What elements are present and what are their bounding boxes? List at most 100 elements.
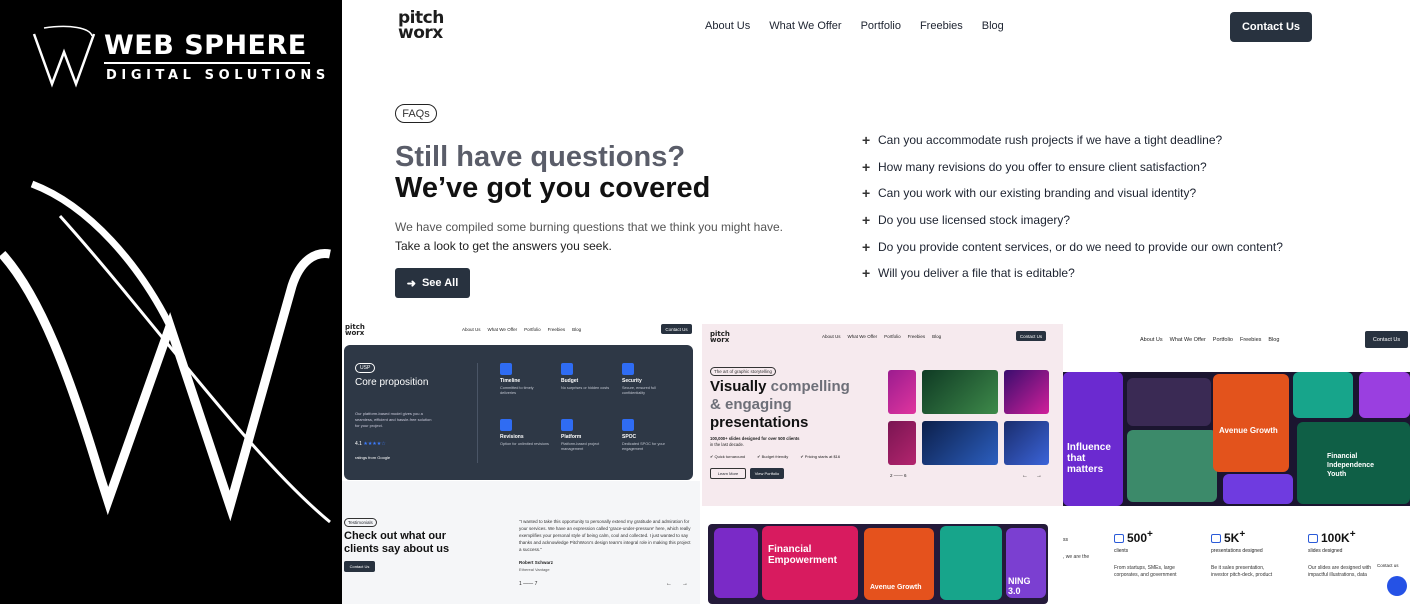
hero-pill: The art of graphic storytelling xyxy=(710,367,777,376)
faq-item[interactable]: + Do you use licensed stock imagery? xyxy=(862,207,1283,234)
faq-item[interactable]: + Can you accommodate rush projects if we… xyxy=(862,127,1283,154)
faq-item[interactable]: + How many revisions do you offer to ensu… xyxy=(862,154,1283,181)
faq-item[interactable]: + Do you provide content services, or do … xyxy=(862,233,1283,260)
portfolio-thumb xyxy=(888,370,916,414)
usp-card: USP Core proposition Our platform-based … xyxy=(344,345,693,480)
pitchworx-logo[interactable]: pitch worx xyxy=(398,10,444,42)
preview-tile-usp: pitch worx About Us What We Offer Portfolio… xyxy=(342,318,700,481)
hero-title: Visually compelling & engaging presentat… xyxy=(710,378,850,431)
web-sphere-large-logo-icon xyxy=(0,180,331,524)
feature-security: Security Secure, ensured full confidentia… xyxy=(622,363,672,396)
monitor-icon xyxy=(1211,534,1221,544)
testimonials-contact-button: Contact Us xyxy=(344,561,375,572)
mini-contact-button: Contact Us xyxy=(1016,331,1046,341)
preview-tile-collage: Financial Empowerment Avenue Growth NING… xyxy=(702,506,1063,604)
hero-arrows: ←→ xyxy=(1022,473,1050,479)
layers-icon xyxy=(1308,534,1318,544)
preview-tile-portfolio: About Us What We Offer Portfolio Freebies Bl… xyxy=(1063,324,1410,509)
arrow-left-icon: ← xyxy=(1022,473,1036,479)
usp-description: Our platform-based model gives you a sea… xyxy=(355,411,432,428)
testimonial-pagination: 1 —— 7 xyxy=(519,581,538,587)
feature-spoc: SPOC Dedicated SPOC for your engagement xyxy=(622,419,672,452)
nav-about-us[interactable]: About Us xyxy=(705,20,750,32)
collage-image: Financial Empowerment Avenue Growth NING… xyxy=(708,524,1048,604)
mini-nav: About Us What We Offer Portfolio Freebies Bl… xyxy=(1140,337,1280,343)
mini-logo: pitch worx xyxy=(710,330,730,344)
contact-us-button[interactable]: Contact Us xyxy=(1230,12,1312,42)
collage-image: Influence that matters Avenue Growth Fin… xyxy=(1063,372,1410,506)
portfolio-thumb xyxy=(1004,421,1049,465)
card-financial: Financial Independence Youth xyxy=(1297,422,1410,504)
nav-portfolio[interactable]: Portfolio xyxy=(861,20,901,32)
nav-blog[interactable]: Blog xyxy=(982,20,1004,32)
faq-pill: FAQs xyxy=(395,104,437,123)
card-avenue-growth: Avenue Growth xyxy=(864,528,934,600)
feature-platform: Platform Platform-based project managemen… xyxy=(561,419,611,452)
brand-panel: WEB SPHERE DIGITAL SOLUTIONS xyxy=(0,0,342,604)
user-icon xyxy=(1114,534,1124,544)
learn-more-button: Learn More xyxy=(710,468,746,479)
web-sphere-logo-icon xyxy=(32,25,96,88)
mini-contact-button: Contact Us xyxy=(1365,331,1408,348)
portfolio-thumb xyxy=(888,421,916,465)
refresh-icon xyxy=(500,419,512,431)
plus-icon: + xyxy=(862,265,871,282)
faq-list: + Can you accommodate rush projects if we… xyxy=(862,127,1283,287)
stat-clients: 500+ clients From startups, SMEs, large … xyxy=(1114,529,1177,578)
stat-presentations: 5K+ presentations designed Be it sales p… xyxy=(1211,529,1273,578)
card-ning: NING 3.0 xyxy=(1006,528,1046,598)
shield-icon xyxy=(622,363,634,375)
plus-icon: + xyxy=(862,185,871,202)
preview-tile-hero: pitch worx About Us What We Offer Portfolio… xyxy=(702,324,1063,506)
see-all-button[interactable]: ➜ See All xyxy=(395,268,470,298)
card-avenue-growth: Avenue Growth xyxy=(1213,374,1289,472)
feature-budget: Budget No surprises or hidden costs xyxy=(561,363,611,391)
globe-icon xyxy=(561,419,573,431)
view-portfolio-button: View Portfolio xyxy=(750,468,784,479)
nav-what-we-offer[interactable]: What We Offer xyxy=(769,20,841,32)
arrow-left-icon: ← xyxy=(666,581,682,587)
hero-subtitle: 100,000+ slides designed for over 500 cl… xyxy=(710,436,800,447)
chat-label: Contact us xyxy=(1374,562,1402,569)
nav-freebies[interactable]: Freebies xyxy=(920,20,963,32)
hero-pagination: 2 —— 6 xyxy=(890,473,907,478)
mini-nav: About Us What We Offer Portfolio Freebies Bl… xyxy=(462,327,582,332)
chat-icon[interactable] xyxy=(1387,576,1407,596)
faq-item[interactable]: + Will you deliver a file that is editabl… xyxy=(862,260,1283,287)
dollar-icon xyxy=(561,363,573,375)
testimonials-title: Check out what our clients say about us xyxy=(344,530,450,555)
arrow-right-icon: → xyxy=(682,581,698,587)
testimonials-pill: Testimonials xyxy=(344,518,377,527)
usp-pill: USP xyxy=(355,363,376,373)
user-icon xyxy=(622,419,634,431)
plus-icon: + xyxy=(862,238,871,255)
plus-icon: + xyxy=(862,158,871,175)
calendar-icon xyxy=(500,363,512,375)
portfolio-thumb xyxy=(922,421,998,465)
arrow-right-icon: ➜ xyxy=(406,277,416,290)
hero-checks: ✔ Quick turnaround ✔ Budget friendly ✔ P… xyxy=(710,454,841,459)
faq-item[interactable]: + Can you work with our existing branding… xyxy=(862,180,1283,207)
mini-logo: pitch worx xyxy=(345,323,365,337)
faq-description: We have compiled some burning questions … xyxy=(395,220,783,234)
usp-title: Core proposition xyxy=(355,377,429,388)
portfolio-thumb xyxy=(922,370,998,414)
faq-description-2: Take a look to get the answers you seek. xyxy=(395,239,612,253)
card-influence: Influence that matters xyxy=(1063,372,1123,506)
main-nav: About Us What We Offer Portfolio Freebie… xyxy=(705,20,1004,32)
testimonial-arrows: ←→ xyxy=(666,581,698,587)
testimonial-name: Robert Schwarz xyxy=(519,560,554,565)
usp-rating: 4.1 ★★★★☆ xyxy=(355,441,386,447)
usp-rating-label: ratings from Google xyxy=(355,455,391,460)
mini-contact-button: Contact Us xyxy=(661,324,692,334)
arrow-right-icon: → xyxy=(1036,473,1050,479)
preview-tile-testimonials: Testimonials Check out what our clients … xyxy=(342,481,700,604)
mini-nav: About Us What We Offer Portfolio Freebies Bl… xyxy=(822,334,942,339)
feature-revisions: Revisions Option for unlimited revisions xyxy=(500,419,550,447)
brand-name: WEB SPHERE xyxy=(104,30,307,61)
divider xyxy=(477,363,478,463)
page: WEB SPHERE DIGITAL SOLUTIONS pitch worx … xyxy=(0,0,1410,604)
stat-slides: 100K+ slides designed Our slides are des… xyxy=(1308,529,1372,578)
faq-title-line2: We’ve got you covered xyxy=(395,172,711,204)
testimonial-company: Ethereal Vantage xyxy=(519,567,550,572)
